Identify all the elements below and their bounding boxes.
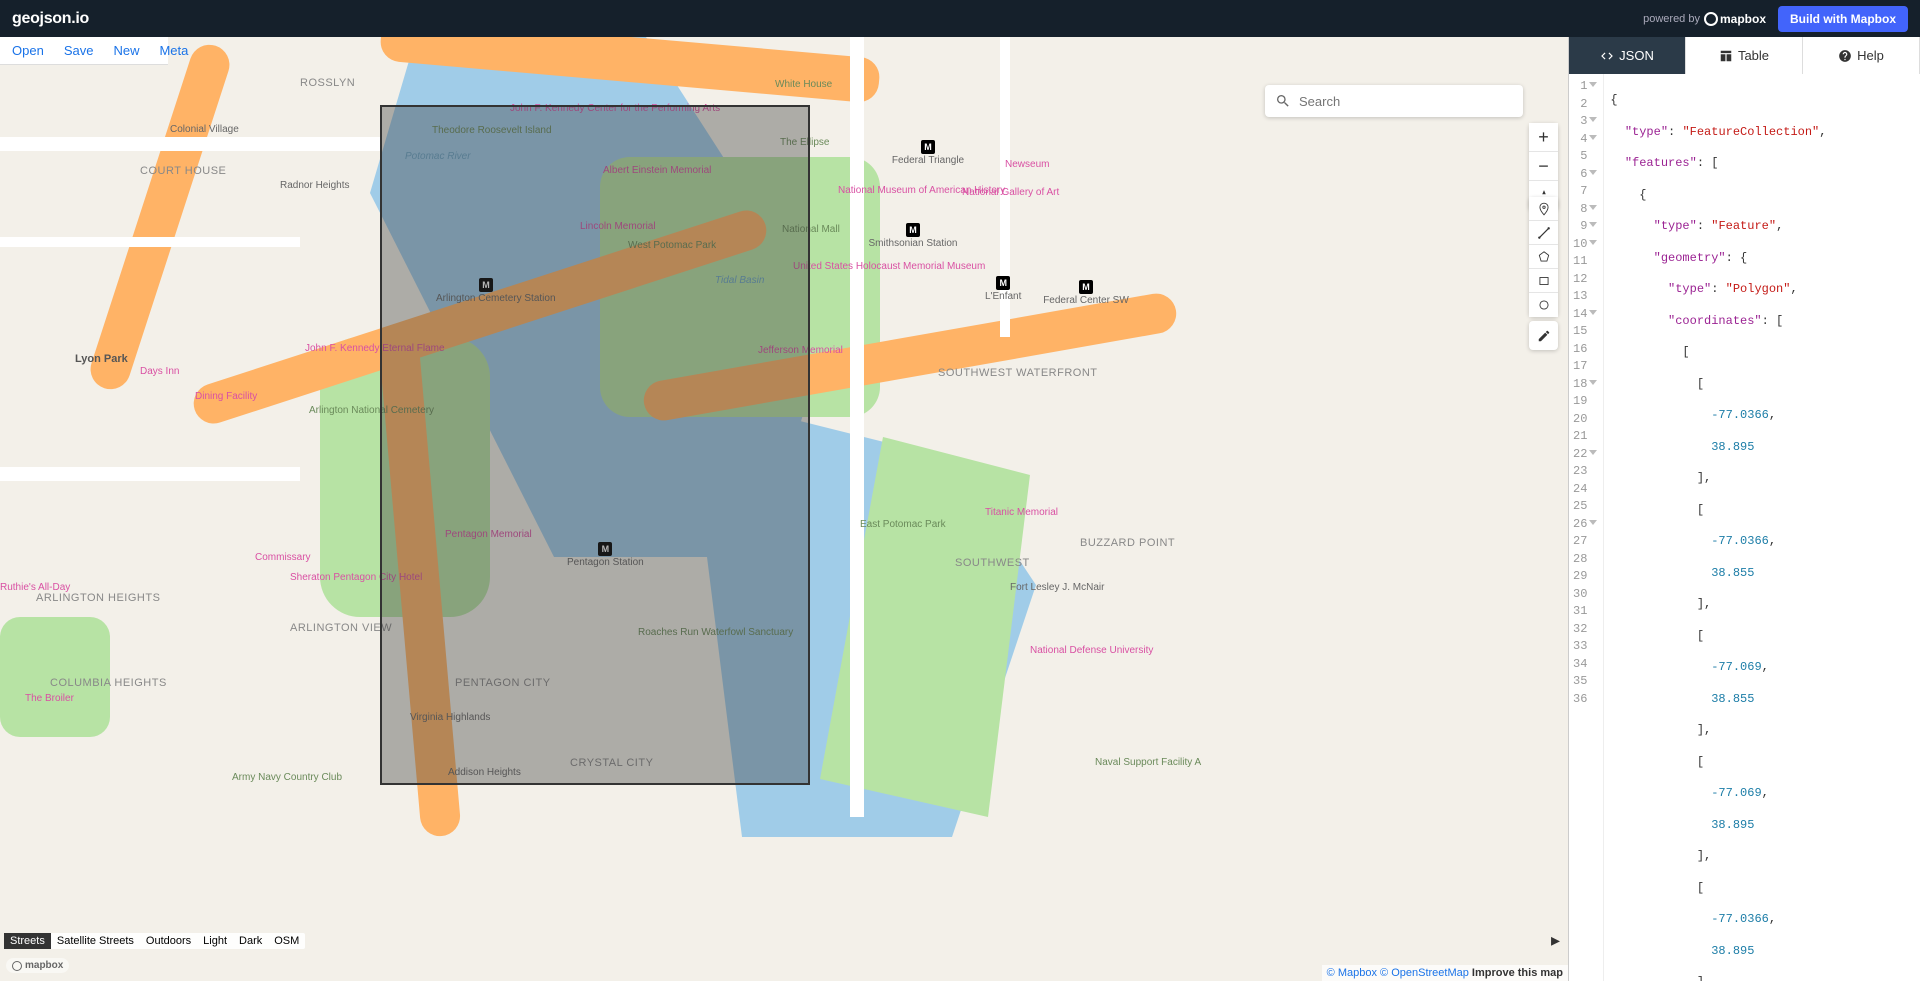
attribution-mapbox-link[interactable]: © Mapbox [1327, 967, 1377, 979]
draw-line-button[interactable] [1529, 221, 1558, 245]
basemap-dark[interactable]: Dark [233, 933, 268, 949]
menu-new[interactable]: New [105, 41, 147, 60]
fold-icon[interactable] [1589, 82, 1597, 87]
mapbox-attribution-logo[interactable]: mapbox [6, 958, 69, 973]
code-content[interactable]: { "type": "FeatureCollection", "features… [1604, 74, 1920, 981]
draw-rectangle-button[interactable] [1529, 269, 1558, 293]
zoom-out-button[interactable]: − [1529, 152, 1558, 181]
fold-icon[interactable] [1589, 380, 1597, 385]
fold-icon[interactable] [1589, 240, 1597, 245]
basemap-outdoors[interactable]: Outdoors [140, 933, 197, 949]
basemap-light[interactable]: Light [197, 933, 233, 949]
help-icon [1838, 49, 1852, 63]
tab-json[interactable]: JSON [1569, 37, 1686, 74]
build-with-mapbox-button[interactable]: Build with Mapbox [1778, 6, 1908, 32]
draw-point-button[interactable] [1529, 197, 1558, 221]
fold-icon[interactable] [1589, 205, 1597, 210]
basemap-osm[interactable]: OSM [268, 933, 305, 949]
search-icon [1275, 93, 1291, 109]
circle-icon [1537, 298, 1551, 312]
line-gutter: 1 2 3 4 5 6 7 8 9 10 11 12 13 14 15 16 1… [1569, 74, 1604, 981]
map-label: MSmithsonian Station [858, 220, 968, 249]
pencil-icon [1537, 329, 1551, 343]
map-attribution: © Mapbox © OpenStreetMap Improve this ma… [1322, 965, 1568, 981]
mapbox-logo-icon [12, 961, 22, 971]
fold-icon[interactable] [1589, 310, 1597, 315]
edit-geometry-button[interactable] [1529, 321, 1558, 350]
basemap-satellite[interactable]: Satellite Streets [51, 933, 140, 949]
map-canvas[interactable]: ROSSLYN Colonial Village COURT HOUSE Rad… [0, 37, 1568, 981]
code-icon [1600, 49, 1614, 63]
mapbox-logo-icon [1704, 12, 1718, 26]
logo: geojson.io [12, 10, 89, 28]
draw-polygon-button[interactable] [1529, 245, 1558, 269]
fold-icon[interactable] [1589, 117, 1597, 122]
tab-table[interactable]: Table [1686, 37, 1803, 74]
fold-icon[interactable] [1589, 135, 1597, 140]
fold-icon[interactable] [1589, 222, 1597, 227]
map-label: MFederal Center SW [1036, 277, 1136, 306]
side-panel: JSON Table Help 1 2 3 4 5 6 7 8 9 [1568, 37, 1920, 981]
header: geojson.io powered by mapbox Build with … [0, 0, 1920, 37]
table-icon [1719, 49, 1733, 63]
polygon-icon [1537, 250, 1551, 264]
metro-icon: M [996, 276, 1010, 290]
basemap-switcher: Streets Satellite Streets Outdoors Light… [4, 933, 305, 949]
menu-meta[interactable]: Meta [151, 41, 196, 60]
line-icon [1537, 226, 1551, 240]
tab-help[interactable]: Help [1803, 37, 1920, 74]
mapbox-wordmark: mapbox [1704, 12, 1766, 26]
geojson-editor[interactable]: 1 2 3 4 5 6 7 8 9 10 11 12 13 14 15 16 1… [1569, 74, 1920, 981]
improve-map-link[interactable]: Improve this map [1472, 967, 1563, 979]
draw-tools [1529, 197, 1558, 317]
rectangle-icon [1537, 274, 1551, 288]
fold-icon[interactable] [1589, 170, 1597, 175]
metro-icon: M [906, 223, 920, 237]
attribution-osm-link[interactable]: © OpenStreetMap [1380, 967, 1469, 979]
powered-by-label: powered by mapbox [1643, 12, 1766, 26]
scroll-right-indicator[interactable]: ▸ [1551, 930, 1560, 951]
search-box[interactable] [1265, 85, 1523, 117]
menu-open[interactable]: Open [4, 41, 52, 60]
metro-icon: M [1079, 280, 1093, 294]
marker-icon [1537, 202, 1551, 216]
menubar: Open Save New Meta [0, 37, 168, 65]
basemap-streets[interactable]: Streets [4, 933, 51, 949]
polygon-feature-overlay[interactable] [380, 105, 810, 785]
metro-icon: M [921, 140, 935, 154]
fold-icon[interactable] [1589, 450, 1597, 455]
zoom-in-button[interactable]: + [1529, 123, 1558, 152]
map-label: MFederal Triangle [878, 137, 978, 166]
draw-circle-button[interactable] [1529, 293, 1558, 317]
panel-tabs: JSON Table Help [1569, 37, 1920, 74]
menu-save[interactable]: Save [56, 41, 102, 60]
search-input[interactable] [1299, 94, 1513, 109]
fold-icon[interactable] [1589, 520, 1597, 525]
map-label: ML'Enfant [985, 273, 1021, 302]
